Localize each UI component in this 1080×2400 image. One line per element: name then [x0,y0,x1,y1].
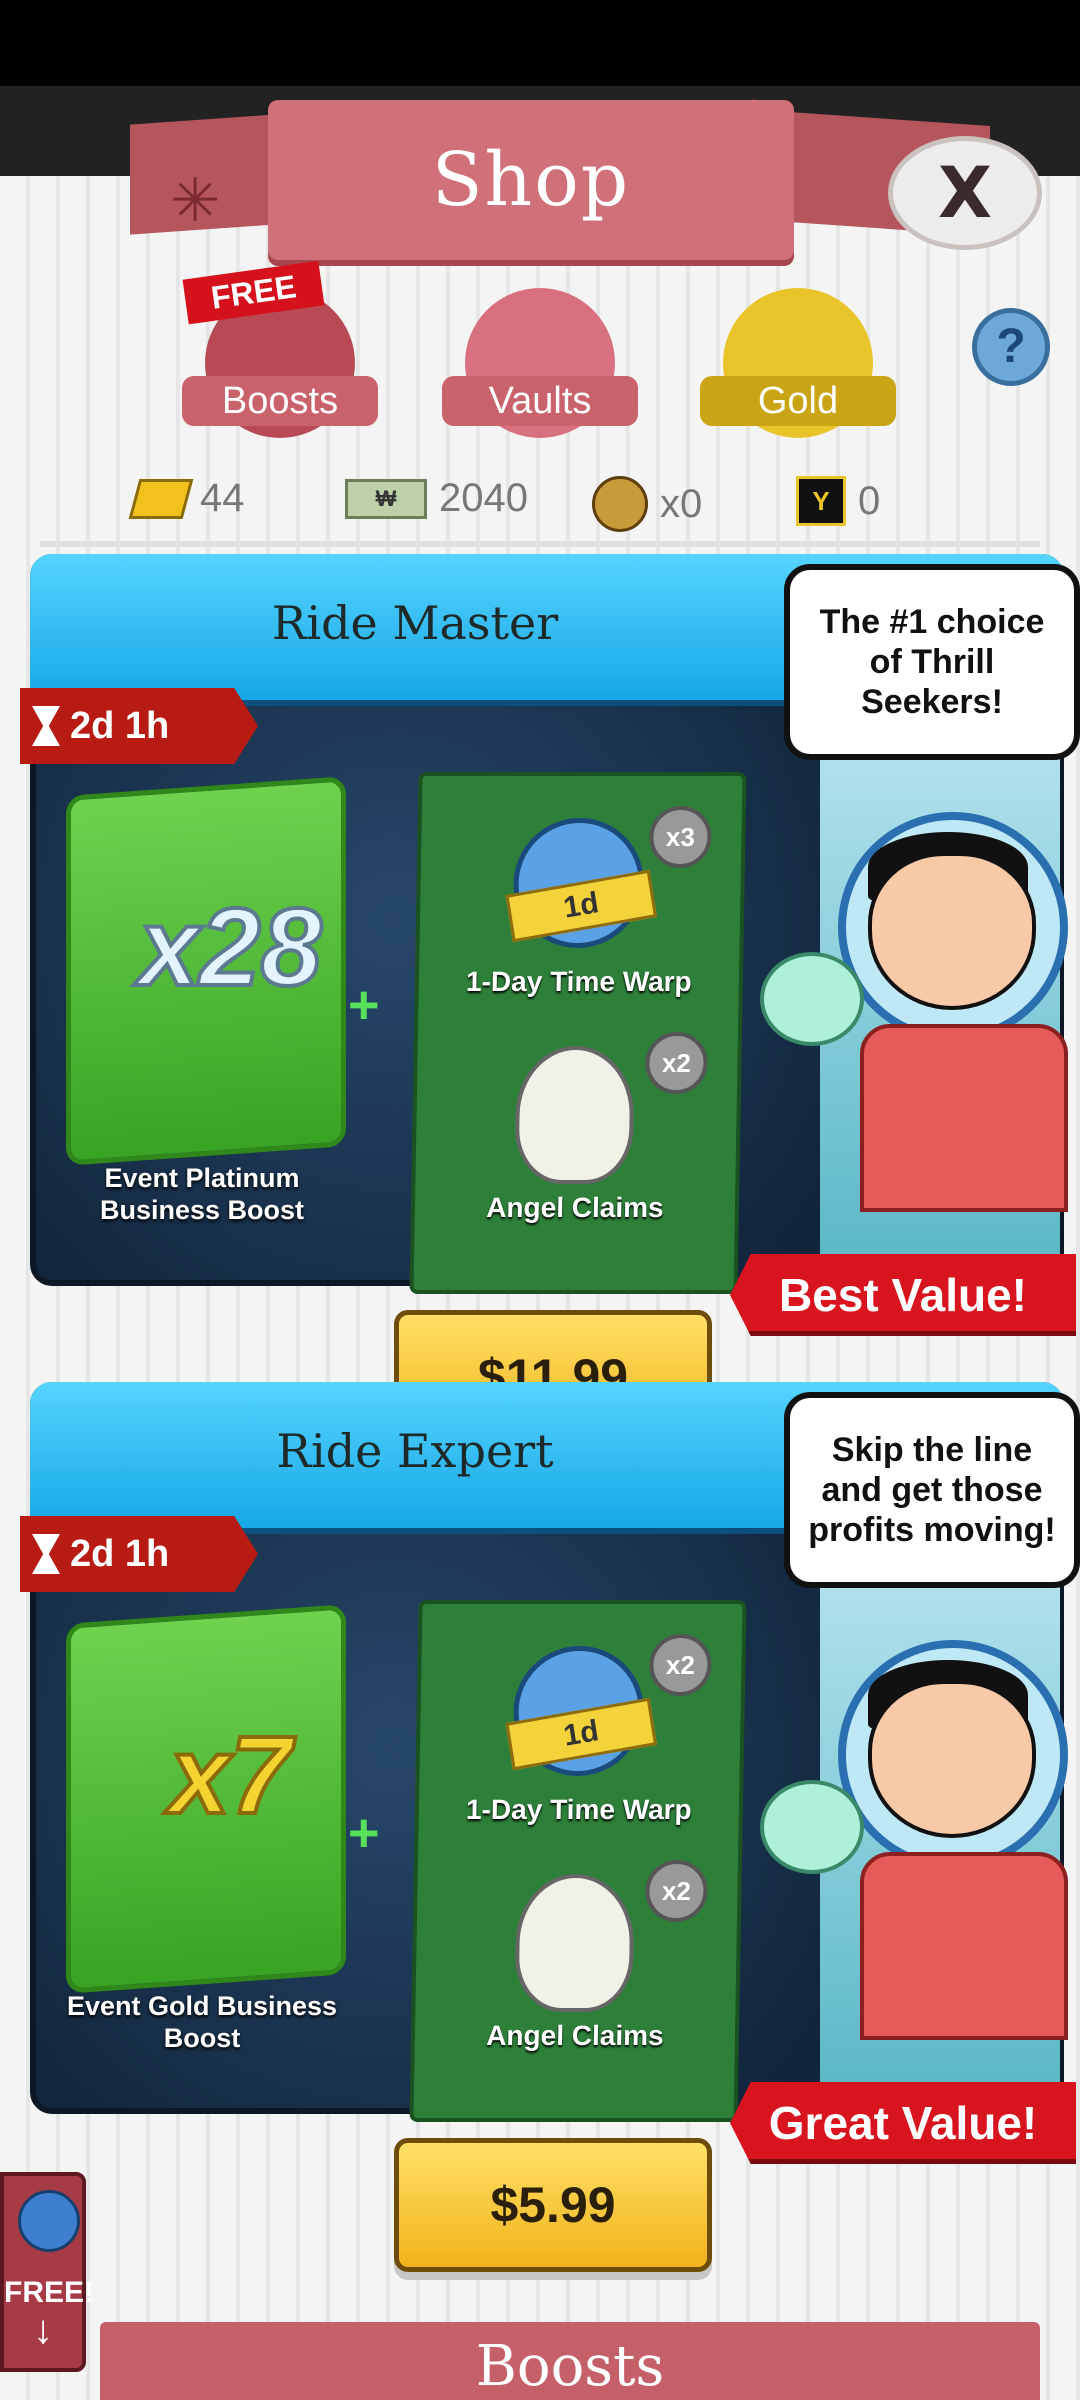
item-count-badge: x2 [644,1032,709,1094]
gold-balance: 44 [128,476,245,521]
offer-card-ride-expert: Ride Expert 2d 1h x7 Event Gold Business… [20,1382,1080,2272]
help-button[interactable]: ? [972,308,1050,386]
time-warp-icon: 1d [505,818,658,948]
money-bag-icon [592,476,648,532]
divider [40,541,1040,547]
close-icon: X [938,152,992,234]
tab-vaults-label: Vaults [442,376,638,426]
free-boost-button[interactable]: FREE! ↓ [0,2172,94,2372]
offer-items-panel: 1d x2 1-Day Time Warp x2 Angel Claims [409,1600,747,2122]
mascot-body [860,1852,1068,2040]
ticket-count: 0 [858,478,881,523]
offer-title: Ride Master [271,596,559,650]
hourglass-icon [32,706,60,746]
megabucks-balance: ₩ 2040 [345,476,528,521]
tab-gold-label: Gold [700,376,896,426]
boost-label: Event Platinum Business Boost [99,1163,305,1225]
item-count-badge: x2 [648,1634,712,1696]
offer-timer: 2d 1h [20,688,258,764]
boost-multiplier: x28 [136,884,324,1011]
item-count-badge: x3 [648,806,712,868]
item-count-badge: x2 [644,1860,709,1922]
shop-screen: ✳ ✳ Shop X Boosts FREE Vaults Gold ? 44 … [0,86,1080,2400]
angel-icon [504,1874,646,2012]
mascot-bill-bubble [760,1780,864,1874]
buy-button[interactable]: $5.99 [394,2138,712,2272]
item-label: Angel Claims [485,2020,664,2051]
time-warp-icon: 1d [505,1646,658,1776]
boost-label: Event Gold Business Boost [66,1991,338,2053]
boost-multiplier: x7 [167,1712,293,1839]
speech-bubble: Skip the line and get those profits movi… [784,1392,1080,1588]
megabucks-icon: ₩ [345,478,427,519]
angel-figure [514,1046,635,1184]
offer-title: Ride Expert [276,1424,554,1478]
megabucks-count: 2040 [439,476,528,520]
ticket-balance: Y 0 [796,476,880,526]
mascot-body [860,1024,1068,1212]
value-tag: Best Value! [730,1254,1076,1336]
mascot-face [868,852,1036,1010]
item-label: Angel Claims [485,1192,664,1223]
money-bag-count: x0 [660,481,703,526]
offer-card-ride-master: Ride Master 2d 1h x28 Event Platinum Bus… [20,554,1080,1444]
page-title: Shop [431,137,631,223]
close-button[interactable]: X [888,136,1042,250]
money-bag-balance: x0 [592,476,702,532]
offer-items-panel: 1d x3 1-Day Time Warp x2 Angel Claims [409,772,747,1294]
section-header-boosts: Boosts [100,2322,1040,2400]
mascot-bill-bubble [760,952,864,1046]
mascot-face [868,1680,1036,1838]
speech-bubble: The #1 choice of Thrill Seekers! [784,564,1080,760]
angel-icon [504,1046,646,1184]
shop-title-plate: Shop [268,100,794,260]
plus-icon: + [348,975,380,1035]
item-label: 1-Day Time Warp [465,966,692,997]
gold-gem-icon [128,478,194,519]
hourglass-icon [32,1534,60,1574]
free-label: FREE! [4,2276,94,2309]
status-bar [0,0,1080,86]
offer-timer: 2d 1h [20,1516,258,1592]
starburst-decoration: ✳ [170,167,221,234]
question-icon: ? [996,320,1026,373]
arrow-down-icon: ↓ [33,2308,53,2352]
offer-timer-text: 2d 1h [70,705,170,747]
tab-boosts-label: Boosts [182,376,378,426]
boost-bag-icon [18,2190,80,2252]
value-tag: Great Value! [730,2082,1076,2164]
item-label: 1-Day Time Warp [465,1794,692,1825]
offer-timer-text: 2d 1h [70,1533,170,1575]
gold-count: 44 [200,476,245,520]
ticket-icon: Y [796,476,846,526]
angel-figure [514,1874,635,2012]
plus-icon: + [348,1803,380,1863]
